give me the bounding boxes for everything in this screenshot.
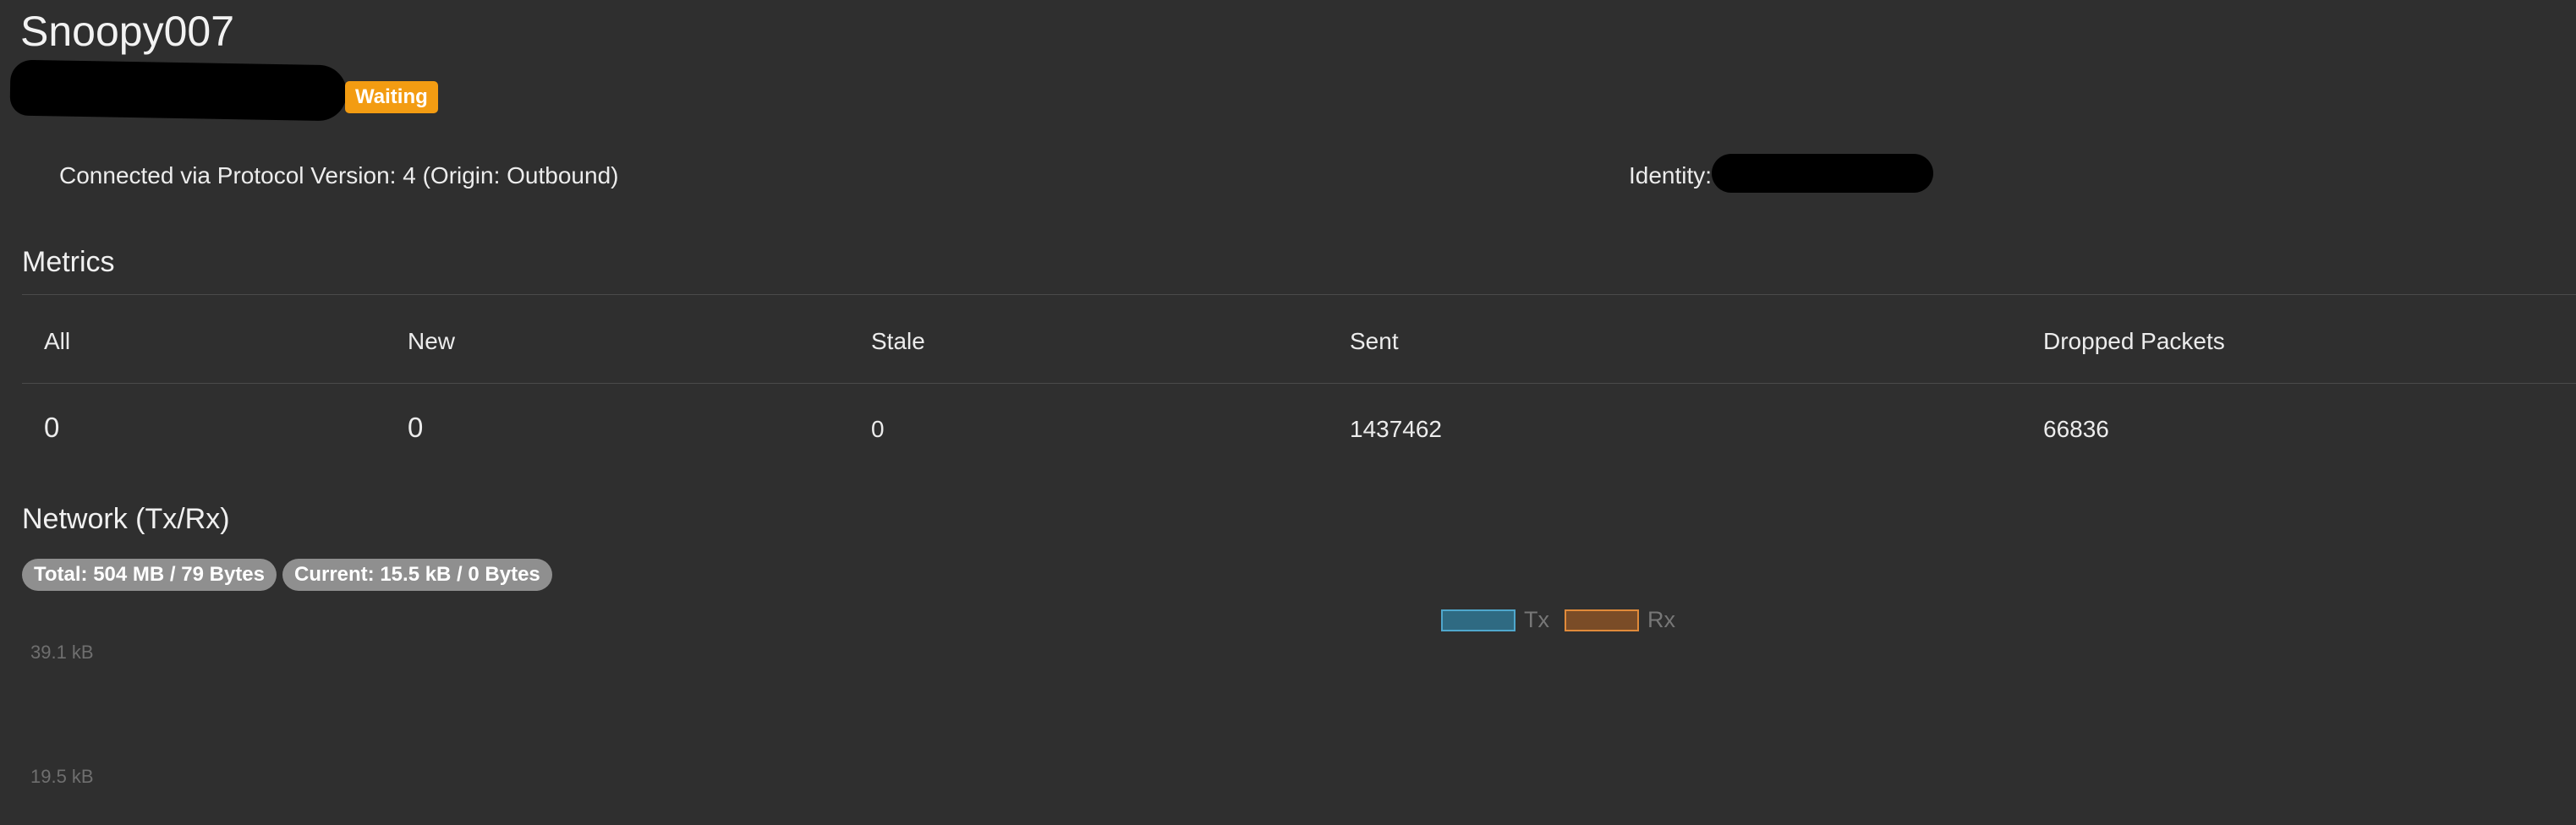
current-traffic-badge: Current: 15.5 kB / 0 Bytes	[282, 559, 552, 591]
divider	[22, 383, 2576, 384]
status-badge: Waiting	[345, 81, 438, 113]
chart-legend: Tx Rx	[1441, 607, 1691, 633]
redacted-address	[9, 59, 348, 122]
peer-detail-page: Snoopy007 Waiting Connected via Protocol…	[0, 0, 2576, 825]
total-traffic-badge: Total: 504 MB / 79 Bytes	[22, 559, 277, 591]
metric-value-all: 0	[44, 412, 60, 443]
y-tick-label: 39.1 kB	[30, 642, 94, 663]
metrics-title: Metrics	[22, 246, 115, 278]
identity-label: Identity:	[1629, 162, 1713, 188]
divider	[22, 294, 2576, 295]
legend-tx-label[interactable]: Tx	[1524, 607, 1549, 633]
metric-value-sent: 1437462	[1350, 416, 1443, 442]
y-tick-label: 19.5 kB	[30, 766, 94, 787]
metric-value-new: 0	[408, 412, 424, 443]
metric-header-sent: Sent	[1350, 328, 1399, 354]
connection-info: Connected via Protocol Version: 4 (Origi…	[59, 162, 619, 188]
peer-title: Snoopy007	[20, 8, 235, 55]
legend-rx-label[interactable]: Rx	[1647, 607, 1675, 633]
metric-header-dropped: Dropped Packets	[2043, 328, 2225, 354]
metric-header-all: All	[44, 328, 71, 354]
metric-value-stale: 0	[871, 416, 885, 442]
redacted-identity	[1712, 154, 1933, 193]
legend-tx-swatch[interactable]	[1441, 609, 1515, 631]
metric-header-stale: Stale	[871, 328, 925, 354]
metric-header-new: New	[408, 328, 456, 354]
metric-value-dropped: 66836	[2043, 416, 2109, 442]
network-title: Network (Tx/Rx)	[22, 503, 230, 535]
legend-rx-swatch[interactable]	[1565, 609, 1639, 631]
